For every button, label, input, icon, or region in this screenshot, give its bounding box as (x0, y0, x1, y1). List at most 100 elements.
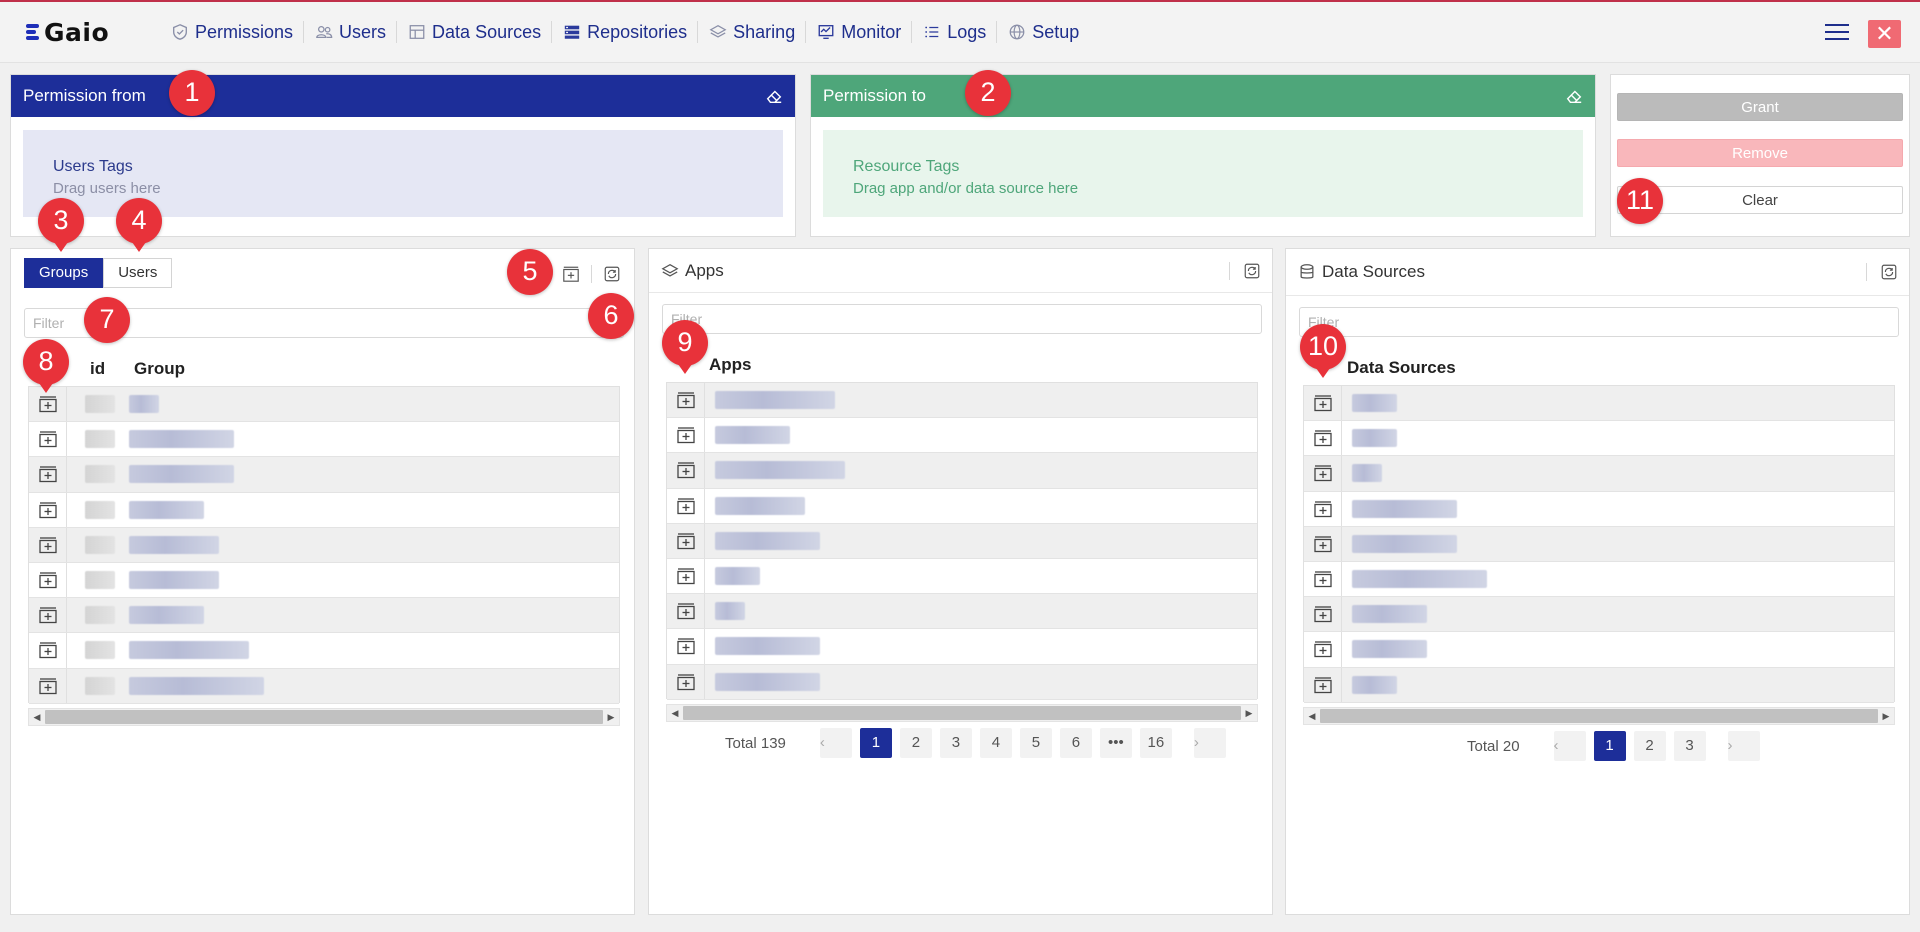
table-row[interactable] (1304, 491, 1894, 527)
table-row[interactable] (1304, 421, 1894, 457)
table-row[interactable] (1304, 561, 1894, 598)
nav-item-users[interactable]: Users (304, 21, 398, 43)
table-row[interactable] (29, 633, 619, 669)
page-button[interactable]: 2 (1633, 731, 1666, 761)
page-button[interactable]: 1 (859, 728, 892, 758)
add-row-icon[interactable] (667, 629, 705, 664)
table-row[interactable] (667, 418, 1257, 454)
tab-users[interactable]: Users (103, 258, 173, 288)
table-row[interactable] (29, 387, 619, 423)
add-row-icon[interactable] (1304, 421, 1342, 456)
add-row-icon[interactable] (667, 523, 705, 558)
table-row[interactable] (1304, 632, 1894, 668)
table-row[interactable] (29, 562, 619, 599)
data-sources-filter-input[interactable] (1299, 307, 1899, 337)
scroll-thumb[interactable] (1320, 709, 1878, 723)
hamburger-menu-icon[interactable] (1825, 24, 1849, 44)
gaio-logo[interactable]: Gaio (26, 18, 146, 47)
scroll-left-icon[interactable]: ◀ (667, 708, 683, 719)
eraser-icon[interactable] (1565, 87, 1583, 105)
table-row[interactable] (29, 527, 619, 563)
scroll-thumb[interactable] (683, 706, 1241, 720)
add-row-icon[interactable] (667, 558, 705, 594)
data-sources-horizontal-scrollbar[interactable]: ◀ ▶ (1303, 707, 1895, 725)
add-row-icon[interactable] (29, 668, 67, 703)
add-row-icon[interactable] (29, 422, 67, 457)
add-row-icon[interactable] (29, 527, 67, 562)
nav-item-data-sources[interactable]: Data Sources (397, 21, 553, 43)
eraser-icon[interactable] (765, 87, 783, 105)
table-row[interactable] (667, 664, 1257, 700)
next-page-button[interactable]: › (1193, 728, 1226, 758)
remove-button[interactable]: Remove (1617, 139, 1903, 167)
add-row-icon[interactable] (667, 383, 705, 418)
prev-page-button[interactable]: ‹ (819, 728, 852, 758)
apps-filter-input[interactable] (662, 304, 1262, 334)
table-row[interactable] (667, 594, 1257, 630)
table-row[interactable] (667, 523, 1257, 559)
table-row[interactable] (667, 558, 1257, 595)
page-button[interactable]: 2 (899, 728, 932, 758)
table-row[interactable] (1304, 386, 1894, 422)
add-row-icon[interactable] (29, 633, 67, 668)
scroll-right-icon[interactable]: ▶ (603, 712, 619, 723)
scroll-right-icon[interactable]: ▶ (1878, 711, 1894, 722)
table-row[interactable] (1304, 597, 1894, 633)
table-row[interactable] (1304, 667, 1894, 703)
add-row-icon[interactable] (667, 418, 705, 453)
add-row-icon[interactable] (29, 492, 67, 527)
add-row-icon[interactable] (1304, 667, 1342, 702)
page-button[interactable]: 3 (939, 728, 972, 758)
add-row-icon[interactable] (1304, 561, 1342, 597)
add-row-icon[interactable] (1304, 526, 1342, 561)
table-row[interactable] (29, 492, 619, 528)
refresh-icon[interactable] (1880, 263, 1898, 281)
add-row-icon[interactable] (29, 562, 67, 598)
add-row-icon[interactable] (667, 488, 705, 523)
apps-horizontal-scrollbar[interactable]: ◀ ▶ (666, 704, 1258, 722)
next-page-button[interactable]: › (1727, 731, 1760, 761)
table-row[interactable] (1304, 526, 1894, 562)
table-row[interactable] (29, 598, 619, 634)
scroll-thumb[interactable] (45, 710, 603, 724)
nav-item-setup[interactable]: Setup (997, 21, 1089, 43)
table-row[interactable] (29, 668, 619, 704)
table-row[interactable] (667, 629, 1257, 665)
grant-button[interactable]: Grant (1617, 93, 1903, 121)
page-button[interactable]: 5 (1019, 728, 1052, 758)
nav-item-logs[interactable]: Logs (912, 21, 998, 43)
nav-item-repositories[interactable]: Repositories (552, 21, 699, 43)
table-row[interactable] (29, 422, 619, 458)
add-row-icon[interactable] (667, 664, 705, 699)
groups-horizontal-scrollbar[interactable]: ◀ ▶ (28, 708, 620, 726)
nav-item-monitor[interactable]: Monitor (806, 21, 913, 43)
add-row-icon[interactable] (1304, 456, 1342, 491)
add-row-icon[interactable] (29, 457, 67, 492)
refresh-icon[interactable] (1243, 262, 1261, 280)
add-row-icon[interactable] (1304, 491, 1342, 526)
page-button[interactable]: 4 (979, 728, 1012, 758)
add-row-icon[interactable] (667, 594, 705, 629)
close-button[interactable]: ✕ (1868, 20, 1901, 48)
table-row[interactable] (667, 488, 1257, 524)
tab-groups[interactable]: Groups (24, 258, 104, 288)
scroll-left-icon[interactable]: ◀ (1304, 711, 1320, 722)
add-all-icon[interactable] (562, 265, 580, 283)
page-button[interactable]: 6 (1059, 728, 1092, 758)
add-row-icon[interactable] (1304, 597, 1342, 632)
scroll-left-icon[interactable]: ◀ (29, 712, 45, 723)
add-row-icon[interactable] (1304, 632, 1342, 667)
nav-item-permissions[interactable]: Permissions (160, 21, 305, 43)
more-pages-button[interactable]: ••• (1099, 728, 1132, 758)
add-row-icon[interactable] (667, 453, 705, 488)
resource-tags-dropzone[interactable]: Resource Tags Drag app and/or data sourc… (823, 130, 1583, 217)
scroll-right-icon[interactable]: ▶ (1241, 708, 1257, 719)
table-row[interactable] (667, 383, 1257, 419)
nav-item-sharing[interactable]: Sharing (698, 21, 807, 43)
page-button[interactable]: 3 (1673, 731, 1706, 761)
page-button[interactable]: 16 (1139, 728, 1172, 758)
table-row[interactable] (667, 453, 1257, 489)
add-row-icon[interactable] (29, 598, 67, 633)
table-row[interactable] (1304, 456, 1894, 492)
refresh-icon[interactable] (603, 265, 621, 283)
